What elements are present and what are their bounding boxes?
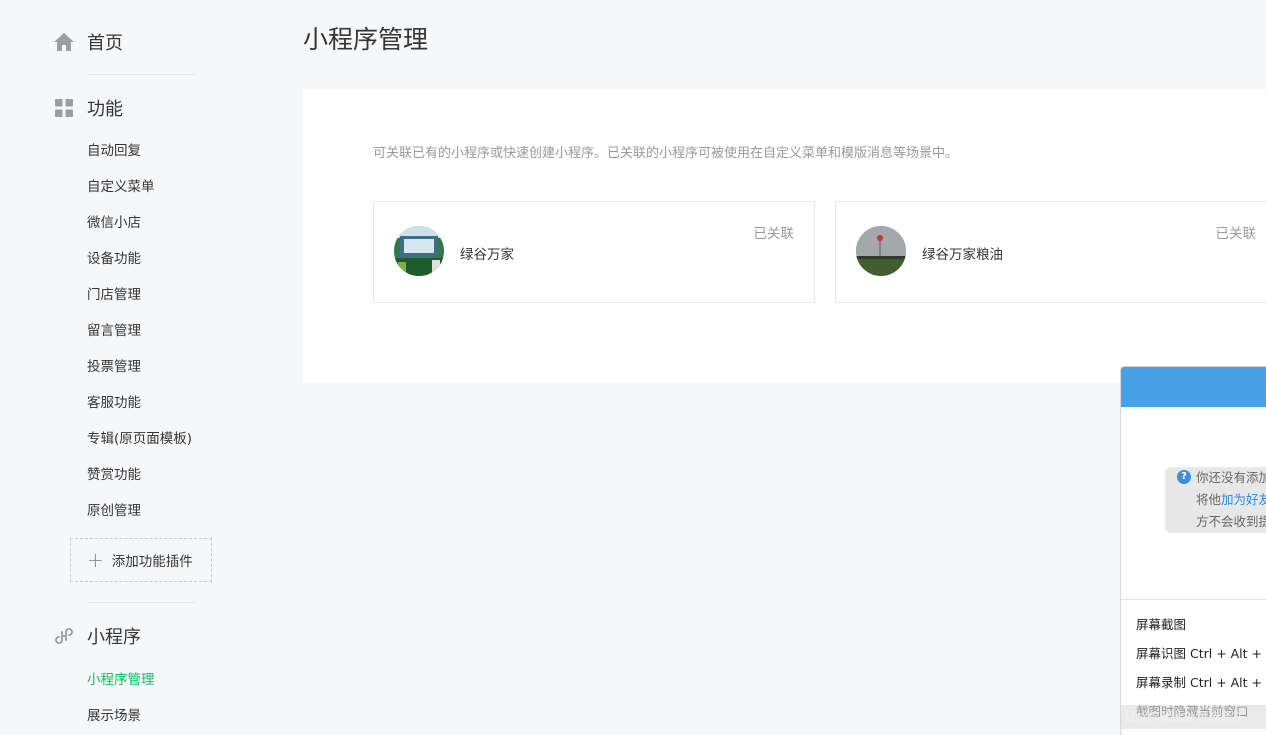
- notice-line: 将他加为好友: [1196, 489, 1266, 511]
- notice-bubble: ? 你还没有添加 将他加为好友 方不会收到提: [1165, 467, 1266, 533]
- sidebar-item-auto-reply[interactable]: 自动回复: [87, 142, 141, 160]
- sidebar-item-miniprogram-mgmt[interactable]: 小程序管理: [87, 671, 155, 689]
- grid-icon: [52, 96, 76, 120]
- nav-miniprogram-label: 小程序: [87, 627, 141, 648]
- menu-item-screen-ocr[interactable]: 屏幕识图 Ctrl + Alt + O: [1136, 643, 1266, 662]
- notice-line: 方不会收到提: [1196, 514, 1266, 529]
- menu-item-screenshot[interactable]: 屏幕截图: [1136, 614, 1186, 633]
- sidebar-item-comments[interactable]: 留言管理: [87, 322, 141, 340]
- notice-line: 你还没有添加: [1196, 470, 1266, 485]
- divider: [87, 602, 195, 603]
- add-friend-link[interactable]: 加为好友: [1221, 492, 1266, 507]
- status-badge: 已关联: [1215, 226, 1257, 242]
- miniprogram-icon: [52, 624, 76, 648]
- add-plugin-label: 添加功能插件: [111, 554, 193, 570]
- nav-features-label: 功能: [87, 99, 123, 120]
- sidebar-item-album[interactable]: 专辑(原页面模板): [87, 430, 192, 448]
- add-plugin-button[interactable]: + 添加功能插件: [70, 538, 212, 582]
- plus-icon: +: [87, 548, 104, 572]
- miniprogram-avatar: [856, 226, 906, 276]
- main-panel: 可关联已有的小程序或快速创建小程序。已关联的小程序可被使用在自定义菜单和模版消息…: [303, 89, 1266, 383]
- description-text: 可关联已有的小程序或快速创建小程序。已关联的小程序可被使用在自定义菜单和模版消息…: [373, 146, 959, 161]
- status-badge: 已关联: [753, 226, 795, 242]
- divider: [87, 74, 195, 75]
- sidebar-item-custom-menu[interactable]: 自定义菜单: [87, 178, 155, 196]
- page-title: 小程序管理: [303, 25, 429, 54]
- nav-miniprogram[interactable]: 小程序: [52, 621, 141, 651]
- miniprogram-avatar: [394, 226, 444, 276]
- nav-home[interactable]: 首页: [52, 27, 123, 57]
- sidebar-item-voting[interactable]: 投票管理: [87, 358, 141, 376]
- sidebar-item-customer-service[interactable]: 客服功能: [87, 394, 141, 412]
- miniprogram-name: 绿谷万家: [460, 247, 514, 263]
- home-icon: [52, 30, 76, 54]
- sidebar-item-original[interactable]: 原创管理: [87, 502, 141, 520]
- miniprogram-card[interactable]: 绿谷万家粮油 已关联: [835, 201, 1266, 303]
- nav-home-label: 首页: [87, 33, 123, 54]
- sidebar-item-device[interactable]: 设备功能: [87, 250, 141, 268]
- sidebar-item-reward[interactable]: 赞赏功能: [87, 466, 141, 484]
- sidebar-item-display-scene[interactable]: 展示场景: [87, 707, 141, 725]
- question-icon: ?: [1177, 470, 1191, 484]
- miniprogram-card[interactable]: 绿谷万家 已关联: [373, 201, 815, 303]
- sidebar: 首页 功能 自动回复 自定义菜单 微信小店 设备功能 门店管理 留言管理 投票管…: [0, 0, 250, 735]
- sidebar-item-store-mgmt[interactable]: 门店管理: [87, 286, 141, 304]
- menu-item-screen-record[interactable]: 屏幕录制 Ctrl + Alt + S: [1136, 672, 1266, 691]
- nav-features[interactable]: 功能: [52, 93, 123, 123]
- popup-title-bar[interactable]: [1121, 367, 1266, 407]
- hover-hint: 鼠标停留此处可选择在: [1121, 705, 1266, 729]
- sidebar-item-wechat-store[interactable]: 微信小店: [87, 214, 141, 232]
- miniprogram-name: 绿谷万家粮油: [922, 247, 1003, 263]
- chat-popup-window[interactable]: ? 你还没有添加 将他加为好友 方不会收到提 屏幕截图 屏幕识图 Ctrl + …: [1120, 366, 1266, 735]
